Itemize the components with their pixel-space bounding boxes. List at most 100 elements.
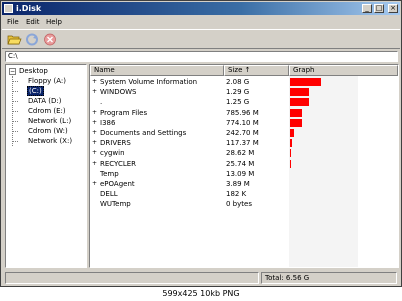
row-size-bar — [290, 118, 302, 127]
row-size: 117.37 M — [226, 139, 259, 148]
row-name: Temp — [100, 169, 119, 178]
row-name: DELL — [100, 190, 118, 199]
row-name: cygwin — [100, 149, 125, 158]
row-size: 13.09 M — [226, 169, 255, 178]
list-row[interactable]: + System Volume Information 2.08 G — [90, 77, 398, 87]
row-expander[interactable]: + — [92, 150, 97, 156]
maximize-button[interactable]: □ — [374, 4, 384, 13]
row-expander[interactable]: + — [92, 181, 97, 187]
close-button[interactable]: × — [388, 4, 398, 13]
row-name: ePOAgent — [100, 180, 135, 188]
path-field[interactable]: C:\ — [5, 51, 398, 62]
row-size: 2.08 G — [226, 78, 250, 86]
tree-branch — [13, 101, 18, 102]
application-window: i.Disk _ □ × File Edit Help C:\ − Deskto… — [0, 0, 402, 287]
tree-item-drive-c[interactable]: (C:) — [27, 86, 44, 96]
list-row[interactable]: + Program Files 785.96 M — [90, 108, 398, 118]
row-expander[interactable]: + — [92, 140, 97, 146]
row-expander[interactable]: + — [92, 79, 97, 85]
list-row[interactable]: + ePOAgent 3.89 M — [90, 179, 398, 189]
tree-branch — [13, 131, 18, 132]
folder-open-icon[interactable] — [6, 32, 22, 47]
tree-branch — [13, 141, 18, 142]
menu-bar: File Edit Help — [2, 16, 400, 28]
folder-tree: − Desktop Floppy (A:) (C:) DATA (D:) Cdr… — [5, 64, 87, 268]
tree-branch — [13, 81, 18, 82]
row-expander[interactable]: + — [92, 109, 97, 116]
toolbar — [2, 29, 400, 49]
tree-root-expander[interactable]: − — [9, 68, 16, 75]
list-row[interactable]: DELL 182 K — [90, 189, 398, 199]
list-row[interactable]: + cygwin 28.62 M — [90, 148, 398, 158]
row-size: 1.25 G — [226, 98, 250, 107]
row-name: I386 — [100, 118, 116, 127]
row-size: 28.62 M — [226, 149, 255, 158]
row-name: Program Files — [100, 108, 148, 117]
list-row[interactable]: + I386 774.10 M — [90, 118, 398, 128]
tree-item-cdrom-w[interactable]: Cdrom (W:) — [28, 127, 68, 136]
row-expander — [92, 172, 97, 177]
row-size: 182 K — [226, 190, 247, 199]
row-expander — [92, 202, 97, 207]
tree-branch — [13, 111, 18, 112]
row-name: DRIVERS — [100, 139, 131, 148]
status-total: Total: 6.56 G — [261, 272, 397, 284]
column-header-graph[interactable]: Graph — [289, 65, 398, 76]
stop-icon[interactable] — [42, 32, 58, 47]
minimize-button[interactable]: _ — [362, 4, 372, 13]
menu-help[interactable]: Help — [46, 17, 62, 27]
row-size: 3.89 M — [226, 180, 250, 188]
row-expander — [92, 100, 97, 105]
refresh-icon[interactable] — [24, 32, 40, 47]
row-size-bar — [290, 88, 309, 97]
row-expander[interactable]: + — [92, 89, 97, 95]
row-size-bar — [290, 78, 321, 86]
row-size-bar — [290, 159, 291, 168]
list-row[interactable]: WUTemp 0 bytes — [90, 199, 398, 209]
status-bar: Total: 6.56 G — [2, 269, 400, 287]
column-header-name[interactable]: Name — [90, 65, 224, 76]
tree-item-network-x[interactable]: Network (X:) — [28, 137, 72, 146]
folder-list: Name Size ↑ Graph + System Volume Informa… — [89, 64, 399, 268]
tree-item-floppy-a[interactable]: Floppy (A:) — [28, 77, 66, 86]
row-size: 242.70 M — [226, 129, 259, 137]
column-header-size[interactable]: Size ↑ — [224, 65, 289, 76]
tree-item-data-d[interactable]: DATA (D:) — [28, 97, 61, 106]
row-expander[interactable]: + — [92, 130, 97, 136]
list-row[interactable]: + WINDOWS 1.29 G — [90, 87, 398, 97]
row-size: 774.10 M — [226, 118, 259, 127]
title-bar[interactable]: i.Disk _ □ × — [2, 2, 400, 15]
row-name: Documents and Settings — [100, 129, 187, 137]
row-expander[interactable]: + — [92, 119, 97, 126]
list-row[interactable]: Temp 13.09 M — [90, 169, 398, 179]
row-name: . — [100, 98, 103, 107]
row-name: WINDOWS — [100, 88, 137, 97]
tree-item-cdrom-e[interactable]: Cdrom (E:) — [28, 107, 66, 116]
list-row[interactable]: + RECYCLER 25.74 M — [90, 159, 398, 169]
row-size: 25.74 M — [226, 159, 255, 168]
tree-branch — [13, 121, 18, 122]
row-size: 785.96 M — [226, 108, 259, 117]
tree-branch — [13, 91, 18, 92]
menu-file[interactable]: File — [7, 17, 19, 27]
row-size-bar — [290, 129, 294, 137]
row-size-bar — [290, 149, 291, 158]
row-name: System Volume Information — [100, 78, 198, 86]
menu-edit[interactable]: Edit — [26, 17, 40, 27]
row-expander[interactable]: + — [92, 160, 97, 167]
list-row[interactable]: + DRIVERS 117.37 M — [90, 138, 398, 148]
tree-item-desktop[interactable]: Desktop — [19, 67, 48, 76]
row-size-bar — [290, 108, 302, 117]
tree-item-network-l[interactable]: Network (L:) — [28, 117, 71, 126]
list-row[interactable]: + Documents and Settings 242.70 M — [90, 128, 398, 138]
row-size-bar — [290, 98, 309, 107]
row-name: RECYCLER — [100, 159, 137, 168]
window-title: i.Disk — [16, 4, 42, 13]
row-size: 1.29 G — [226, 88, 250, 97]
row-name: WUTemp — [100, 200, 131, 209]
row-size: 0 bytes — [226, 200, 252, 209]
image-caption: 599x425 10kb PNG — [0, 287, 402, 301]
app-icon — [4, 4, 13, 13]
row-expander — [92, 192, 97, 197]
list-row[interactable]: . 1.25 G — [90, 97, 398, 107]
